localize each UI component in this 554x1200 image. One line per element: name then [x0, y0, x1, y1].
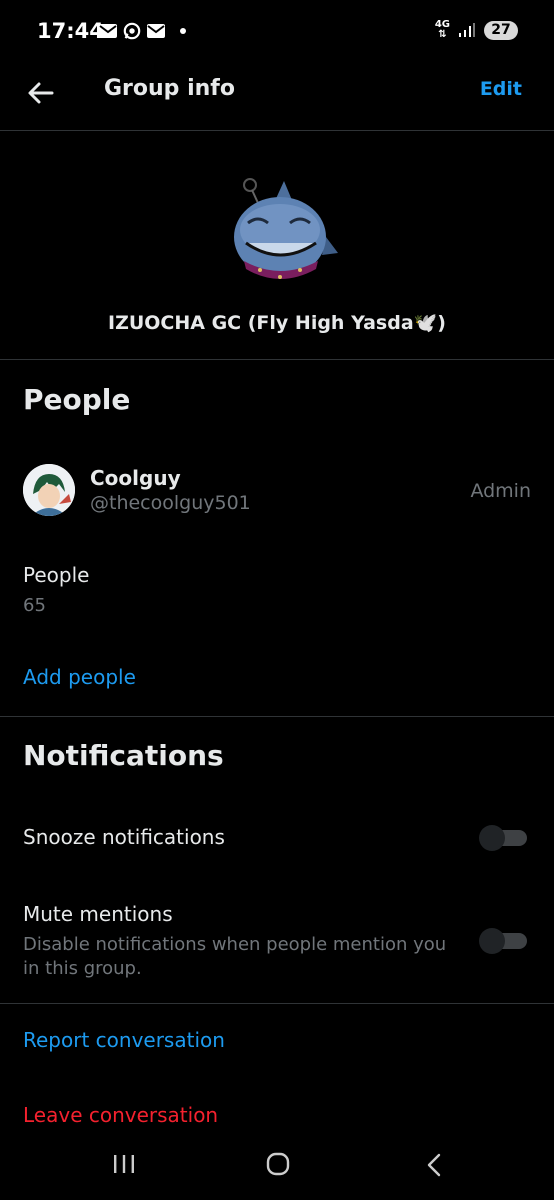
member-role-badge: Admin: [470, 480, 531, 502]
mute-mentions-description: Disable notifications when people mentio…: [23, 934, 447, 979]
member-row[interactable]: Coolguy @thecoolguy501 Admin: [0, 448, 554, 532]
snooze-notifications-toggle[interactable]: [479, 825, 527, 851]
people-section-title: People: [23, 383, 131, 416]
toggle-knob: [479, 825, 505, 851]
toggle-knob: [479, 928, 505, 954]
mail-icon: [147, 24, 165, 38]
signal-icon: [459, 23, 475, 37]
group-avatar[interactable]: [222, 175, 338, 291]
member-handle: @thecoolguy501: [90, 492, 251, 514]
people-count-label[interactable]: People: [23, 563, 89, 587]
section-divider: [0, 716, 554, 717]
data-arrows-icon: ⇅: [438, 29, 447, 40]
user-avatar-icon: [23, 464, 75, 516]
section-divider: [0, 1003, 554, 1004]
mute-mentions-toggle[interactable]: [479, 928, 527, 954]
recent-apps-icon[interactable]: [112, 1154, 136, 1174]
back-arrow-icon[interactable]: [24, 76, 58, 110]
mail-icon: [99, 24, 117, 38]
group-summary: IZUOCHA GC (Fly High Yasda🕊️): [0, 131, 554, 360]
home-icon[interactable]: [266, 1152, 290, 1176]
whatsapp-icon: [123, 22, 141, 40]
status-bar: 17:44 4G ⇅ 27: [0, 0, 554, 62]
edit-button[interactable]: Edit: [480, 78, 522, 100]
network-indicator: 4G ⇅: [434, 19, 450, 40]
mute-mentions-label: Mute mentions: [23, 902, 173, 926]
nav-back-icon[interactable]: [424, 1152, 444, 1178]
system-nav-bar: [0, 1140, 554, 1200]
status-time: 17:44: [37, 19, 104, 43]
snooze-notifications-label: Snooze notifications: [23, 825, 225, 849]
leave-conversation-button[interactable]: Leave conversation: [23, 1103, 218, 1127]
notifications-section-title: Notifications: [23, 739, 224, 772]
more-notifications-dot: [180, 28, 186, 34]
group-name: IZUOCHA GC (Fly High Yasda🕊️): [108, 312, 446, 334]
status-right: 4G ⇅ 27: [435, 20, 518, 40]
top-header: Group info Edit: [0, 62, 554, 131]
battery-indicator: 27: [484, 20, 518, 40]
report-conversation-button[interactable]: Report conversation: [23, 1028, 225, 1052]
people-count-value: 65: [23, 595, 46, 616]
add-people-button[interactable]: Add people: [23, 665, 136, 689]
page-title: Group info: [104, 76, 235, 101]
member-avatar: [23, 464, 75, 516]
notification-icons: [98, 22, 186, 40]
member-name: Coolguy: [90, 466, 181, 490]
